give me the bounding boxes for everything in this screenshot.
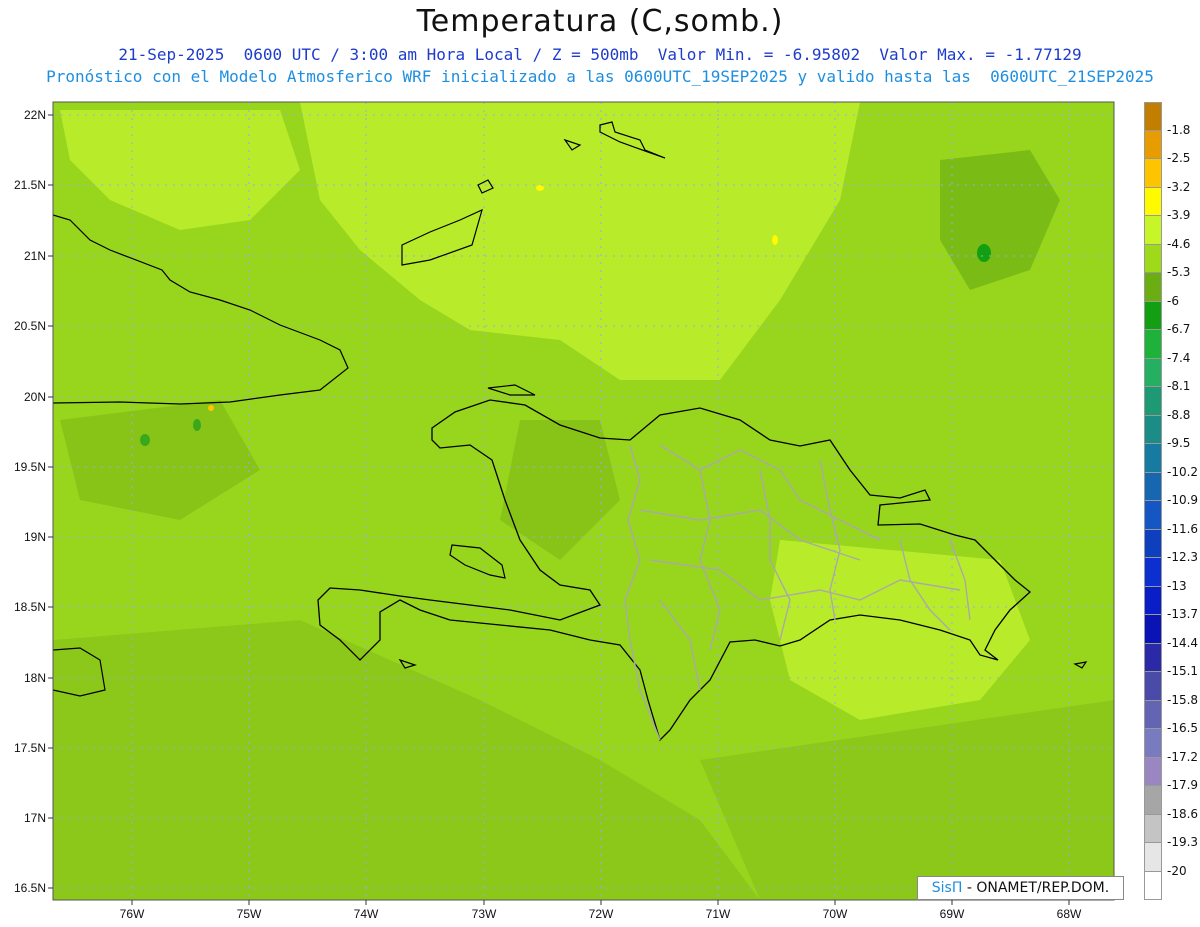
- colorbar-segment: [1144, 102, 1162, 131]
- colorbar-label: -18.6: [1167, 806, 1199, 821]
- lat-label: 19N: [24, 530, 46, 544]
- colorbar-label: -13.7: [1167, 607, 1199, 621]
- colorbar-label: -10.9: [1167, 493, 1199, 507]
- colorbar-label: -1.8: [1167, 122, 1191, 137]
- colorbar-segment: [1144, 130, 1162, 159]
- credit-text: - ONAMET/REP.DOM.: [962, 880, 1110, 896]
- lat-label: 18N: [24, 671, 46, 685]
- lon-label: 68W: [1057, 907, 1082, 921]
- warm-spot-2: [536, 185, 544, 191]
- colorbar-label: -7.4: [1167, 350, 1191, 365]
- warm-spot-3: [208, 405, 214, 411]
- colorbar-label: -16.5: [1167, 721, 1199, 735]
- colorbar-segment: [1144, 529, 1162, 558]
- credit-box: SisΠ - ONAMET/REP.DOM.: [917, 876, 1124, 900]
- lon-label: 71W: [706, 907, 731, 921]
- lon-label: 70W: [823, 907, 848, 921]
- lat-label: 16.5N: [14, 881, 46, 895]
- colorbar-segment: [1144, 786, 1162, 815]
- colorbar-label: -10.2: [1167, 464, 1199, 479]
- colorbar-label: -6: [1167, 293, 1179, 308]
- lat-label: 17.5N: [14, 741, 46, 755]
- colorbar-segment: [1144, 586, 1162, 615]
- lat-label: 21.5N: [14, 178, 46, 192]
- colorbar-segment: [1144, 187, 1162, 216]
- colorbar-label: -19.3: [1167, 835, 1199, 849]
- colorbar-label: -8.1: [1167, 379, 1191, 393]
- temperature-map: 22N 21.5N 21N 20.5N 20N 19.5N 19N 18.5N …: [14, 101, 1115, 921]
- colorbar-segment: [1144, 615, 1162, 644]
- colorbar-segment: [1144, 643, 1162, 672]
- lon-label: 73W: [472, 907, 497, 921]
- lat-label: 22N: [24, 108, 46, 122]
- colorbar-segment: [1144, 415, 1162, 444]
- colorbar-label: -6.7: [1167, 322, 1191, 336]
- lat-label: 18.5N: [14, 600, 46, 614]
- min-temp-spot: [977, 244, 991, 262]
- colorbar-segment: [1144, 159, 1162, 188]
- colorbar-segment: [1144, 729, 1162, 758]
- colorbar-label: -8.8: [1167, 407, 1191, 422]
- colorbar-label: -13: [1167, 578, 1187, 593]
- colorbar-segment: [1144, 672, 1162, 701]
- lat-label: 19.5N: [14, 460, 46, 474]
- lon-label: 76W: [120, 907, 145, 921]
- colorbar-label: -17.2: [1167, 749, 1199, 764]
- colorbar-label: -5.3: [1167, 265, 1191, 279]
- lat-label: 21N: [24, 249, 46, 263]
- lon-label: 69W: [940, 907, 965, 921]
- colorbar-segment: [1144, 757, 1162, 786]
- cool-spot-west-2: [193, 419, 201, 431]
- colorbar-label: -3.2: [1167, 179, 1191, 194]
- colorbar-segment: [1144, 244, 1162, 273]
- colorbar-segment: [1144, 871, 1162, 900]
- colorbar-segment: [1144, 358, 1162, 387]
- cool-spot-west: [140, 434, 150, 446]
- colorbar-segment: [1144, 814, 1162, 843]
- colorbar-label: -4.6: [1167, 236, 1191, 251]
- colorbar-label: -15.1: [1167, 664, 1199, 678]
- lat-label: 17N: [24, 811, 46, 825]
- lat-label: 20N: [24, 390, 46, 404]
- colorbar-label: -12.3: [1167, 550, 1199, 564]
- colorbar-segment: [1144, 843, 1162, 872]
- colorbar-segment: [1144, 501, 1162, 530]
- colorbar-label: -2.5: [1167, 151, 1191, 165]
- lon-label: 75W: [237, 907, 262, 921]
- colorbar-label: -11.6: [1167, 521, 1199, 536]
- colorbar-segment: [1144, 700, 1162, 729]
- credit-brand: SisΠ: [931, 880, 963, 896]
- colorbar-label: -3.9: [1167, 208, 1191, 222]
- lat-label: 20.5N: [14, 319, 46, 333]
- colorbar-label: -15.8: [1167, 692, 1199, 707]
- lon-label: 74W: [354, 907, 379, 921]
- colorbar-segment: [1144, 558, 1162, 587]
- colorbar-segment: [1144, 387, 1162, 416]
- colorbar-segment: [1144, 330, 1162, 359]
- colorbar: [1144, 102, 1162, 900]
- lon-label: 72W: [589, 907, 614, 921]
- colorbar-segment: [1144, 301, 1162, 330]
- colorbar-label: -9.5: [1167, 436, 1191, 450]
- colorbar-label: -14.4: [1167, 635, 1199, 650]
- colorbar-label: -20: [1167, 863, 1187, 878]
- warm-spot: [772, 235, 778, 245]
- colorbar-segment: [1144, 444, 1162, 473]
- colorbar-label: -17.9: [1167, 778, 1199, 792]
- colorbar-segment: [1144, 273, 1162, 302]
- colorbar-segment: [1144, 472, 1162, 501]
- colorbar-segment: [1144, 216, 1162, 245]
